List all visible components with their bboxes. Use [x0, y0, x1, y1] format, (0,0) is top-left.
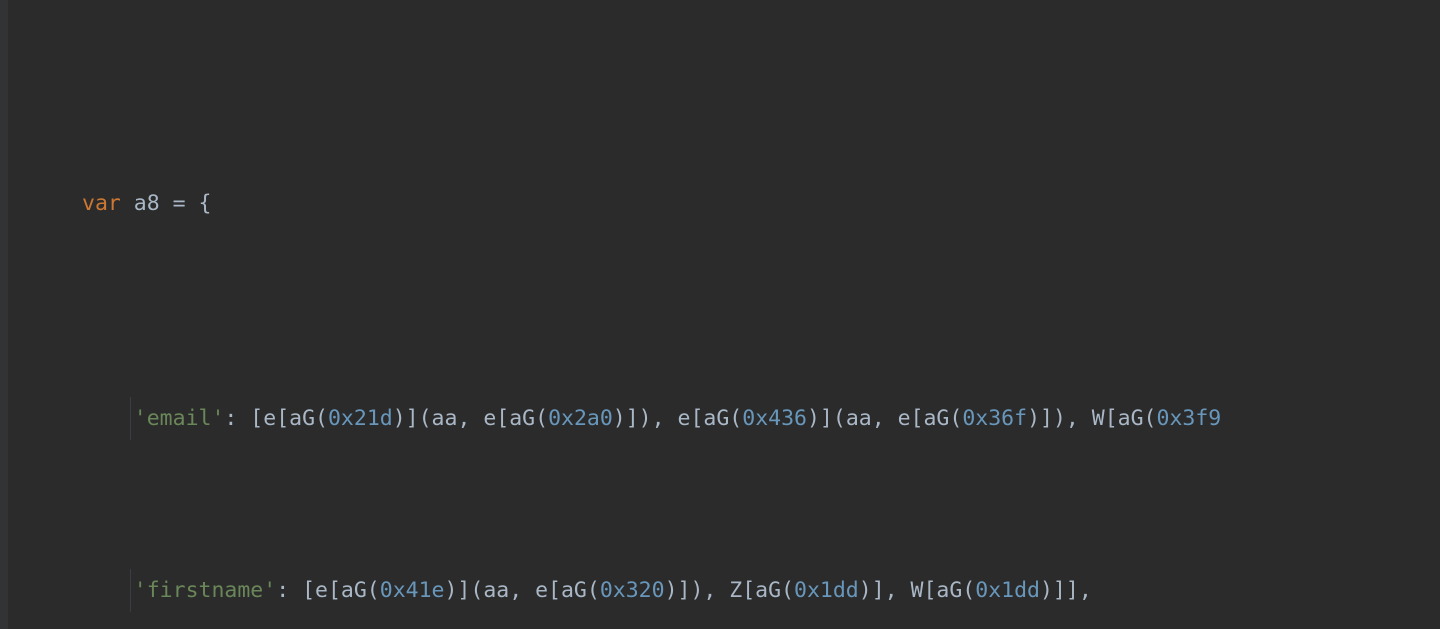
object-key: 'email'	[134, 406, 225, 431]
code-line[interactable]: 'email': [e[aG(0x21d)](aa, e[aG(0x2a0)])…	[8, 397, 1440, 440]
gutter	[0, 0, 8, 629]
code-line[interactable]: var a8 = {	[8, 182, 1440, 225]
object-value: : [e[aG(0x21d)](aa, e[aG(0x2a0)]), e[aG(…	[224, 406, 1221, 431]
keyword-var: var	[82, 191, 121, 216]
object-value: : [e[aG(0x41e)](aa, e[aG(0x320)]), Z[aG(…	[276, 578, 1092, 603]
code-editor[interactable]: var a8 = { 'email': [e[aG(0x21d)](aa, e[…	[8, 0, 1440, 629]
code-line[interactable]: 'firstname': [e[aG(0x41e)](aa, e[aG(0x32…	[8, 569, 1440, 612]
object-key: 'firstname'	[134, 578, 276, 603]
identifier: a8	[134, 191, 160, 216]
